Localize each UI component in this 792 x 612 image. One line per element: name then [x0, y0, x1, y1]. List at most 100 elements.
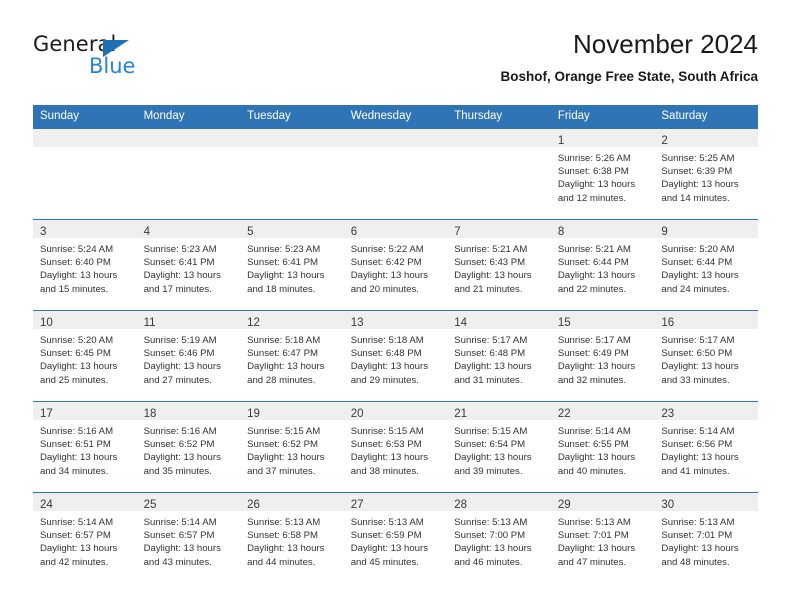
weekday-header-thursday: Thursday	[447, 105, 551, 129]
page-header: General Blue November 2024 Boshof, Orang…	[0, 0, 792, 100]
calendar-day-cell[interactable]: 27 Sunrise: 5:13 AM Sunset: 6:59 PM Dayligh…	[343, 492, 448, 583]
calendar-day-cell[interactable]: 20 Sunrise: 5:15 AM Sunset: 6:53 PM Dayligh…	[343, 401, 448, 493]
sunset-text: Sunset: 6:39 PM	[661, 166, 733, 178]
calendar-day-cell[interactable]: 2 Sunrise: 5:25 AM Sunset: 6:39 PM Daylight…	[654, 129, 758, 220]
calendar-day-cell[interactable]: 14 Sunrise: 5:17 AM Sunset: 6:48 PM Dayligh…	[447, 310, 551, 402]
calendar-day-cell[interactable]: 25 Sunrise: 5:14 AM Sunset: 6:57 PM Dayligh…	[136, 492, 241, 583]
brand-word-blue: Blue	[89, 54, 136, 78]
day-number-band: 23	[654, 402, 758, 420]
calendar-day-cell[interactable]: 13 Sunrise: 5:18 AM Sunset: 6:48 PM Dayligh…	[343, 310, 448, 402]
day-cell-content: 23 Sunrise: 5:14 AM Sunset: 6:56 PM Dayligh…	[654, 402, 758, 492]
calendar-day-cell[interactable]: 9 Sunrise: 5:20 AM Sunset: 6:44 PM Daylight…	[654, 219, 758, 311]
sunrise-text: Sunrise: 5:13 AM	[350, 517, 424, 528]
daylight-text-line1: Daylight: 13 hours	[350, 452, 429, 464]
weekday-header-wednesday: Wednesday	[343, 105, 448, 129]
daylight-text-line1: Daylight: 13 hours	[454, 543, 532, 555]
calendar-table: Sunday Monday Tuesday Wednesday Thursday…	[33, 105, 758, 583]
sunrise-text: Sunrise: 5:20 AM	[40, 335, 114, 346]
sunrise-text: Sunrise: 5:23 AM	[143, 244, 217, 255]
calendar-day-cell[interactable]: 26 Sunrise: 5:13 AM Sunset: 6:58 PM Dayligh…	[240, 492, 344, 583]
calendar-day-cell[interactable]: 3 Sunrise: 5:24 AM Sunset: 6:40 PM Daylight…	[33, 219, 137, 311]
sunset-text: Sunset: 6:59 PM	[350, 530, 422, 542]
day-number-band: 16	[654, 311, 758, 329]
daylight-text-line1: Daylight: 13 hours	[40, 543, 118, 555]
day-number: 27	[350, 499, 364, 511]
day-number-band	[240, 129, 344, 147]
daylight-text-line1: Daylight: 13 hours	[40, 361, 118, 373]
day-number-band: 17	[33, 402, 137, 420]
calendar-day-cell[interactable]: 1 Sunrise: 5:26 AM Sunset: 6:38 PM Daylight…	[550, 129, 655, 220]
calendar-day-cell[interactable]: 12 Sunrise: 5:18 AM Sunset: 6:47 PM Dayligh…	[240, 310, 344, 402]
sunset-text: Sunset: 6:53 PM	[350, 439, 422, 451]
calendar-week-row: 3 Sunrise: 5:24 AM Sunset: 6:40 PM Daylight…	[33, 219, 758, 311]
daylight-text-line1: Daylight: 13 hours	[661, 452, 739, 464]
sunset-text: Sunset: 6:57 PM	[40, 530, 111, 542]
calendar-day-cell[interactable]: 15 Sunrise: 5:17 AM Sunset: 6:49 PM Dayligh…	[550, 310, 655, 402]
sunset-text: Sunset: 6:47 PM	[247, 348, 319, 360]
daylight-text-line2: and 12 minutes.	[557, 192, 627, 204]
day-number-band: 2	[654, 129, 758, 147]
daylight-text-line1: Daylight: 13 hours	[247, 452, 325, 464]
calendar-week-row: 17 Sunrise: 5:16 AM Sunset: 6:51 PM Dayligh…	[33, 401, 758, 493]
brand-logo[interactable]: General Blue	[33, 33, 263, 83]
calendar-day-cell[interactable]: 7 Sunrise: 5:21 AM Sunset: 6:43 PM Daylight…	[447, 219, 551, 311]
weekday-header-sunday: Sunday	[33, 105, 137, 129]
daylight-text-line1: Daylight: 13 hours	[454, 361, 532, 373]
calendar-day-cell[interactable]: 21 Sunrise: 5:15 AM Sunset: 6:54 PM Dayligh…	[447, 401, 551, 493]
calendar-day-cell[interactable]: 11 Sunrise: 5:19 AM Sunset: 6:46 PM Dayligh…	[136, 310, 241, 402]
calendar-day-cell[interactable]: 6 Sunrise: 5:22 AM Sunset: 6:42 PM Daylight…	[343, 219, 448, 311]
calendar-day-cell[interactable]: 28 Sunrise: 5:13 AM Sunset: 7:00 PM Dayligh…	[447, 492, 551, 583]
day-cell-content: 29 Sunrise: 5:13 AM Sunset: 7:01 PM Dayligh…	[550, 493, 655, 583]
day-cell-content: 1 Sunrise: 5:26 AM Sunset: 6:38 PM Daylight…	[550, 129, 655, 219]
day-cell-content: 18 Sunrise: 5:16 AM Sunset: 6:52 PM Dayligh…	[136, 402, 241, 492]
calendar-day-cell[interactable]: 30 Sunrise: 5:13 AM Sunset: 7:01 PM Dayligh…	[654, 492, 758, 583]
day-details: Sunrise: 5:21 AM Sunset: 6:43 PM Daylight:…	[447, 238, 551, 296]
sunset-text: Sunset: 6:41 PM	[247, 257, 319, 269]
calendar-day-cell[interactable]: 10 Sunrise: 5:20 AM Sunset: 6:45 PM Dayligh…	[33, 310, 137, 402]
sunset-text: Sunset: 6:48 PM	[350, 348, 422, 360]
daylight-text-line1: Daylight: 13 hours	[247, 543, 325, 555]
calendar-day-cell[interactable]: 23 Sunrise: 5:14 AM Sunset: 6:56 PM Dayligh…	[654, 401, 758, 493]
day-number: 12	[247, 317, 260, 329]
day-cell-content	[240, 129, 344, 219]
daylight-text-line2: and 17 minutes.	[143, 283, 212, 295]
day-details	[33, 147, 137, 152]
calendar-day-cell[interactable]: 16 Sunrise: 5:17 AM Sunset: 6:50 PM Dayligh…	[654, 310, 758, 402]
daylight-text-line2: and 21 minutes.	[454, 283, 523, 295]
daylight-text-line1: Daylight: 13 hours	[143, 361, 221, 373]
calendar-day-cell[interactable]: 18 Sunrise: 5:16 AM Sunset: 6:52 PM Dayligh…	[136, 401, 241, 493]
day-number: 14	[454, 317, 468, 329]
calendar-day-cell[interactable]: 19 Sunrise: 5:15 AM Sunset: 6:52 PM Dayligh…	[240, 401, 344, 493]
day-details: Sunrise: 5:25 AM Sunset: 6:39 PM Daylight:…	[654, 147, 758, 205]
calendar-day-cell[interactable]: 4 Sunrise: 5:23 AM Sunset: 6:41 PM Daylight…	[136, 219, 241, 311]
sunset-text: Sunset: 6:38 PM	[557, 166, 629, 178]
calendar-day-cell[interactable]: 22 Sunrise: 5:14 AM Sunset: 6:55 PM Dayligh…	[550, 401, 655, 493]
sunset-text: Sunset: 6:49 PM	[557, 348, 629, 360]
day-cell-content: 27 Sunrise: 5:13 AM Sunset: 6:59 PM Dayligh…	[343, 493, 448, 583]
day-details: Sunrise: 5:13 AM Sunset: 6:58 PM Daylight:…	[240, 511, 344, 569]
day-number-band: 20	[343, 402, 448, 420]
sunrise-text: Sunrise: 5:21 AM	[454, 244, 528, 255]
daylight-text-line2: and 31 minutes.	[454, 374, 523, 386]
day-details: Sunrise: 5:16 AM Sunset: 6:51 PM Daylight:…	[33, 420, 137, 478]
daylight-text-line1: Daylight: 13 hours	[557, 543, 636, 555]
day-cell-content: 8 Sunrise: 5:21 AM Sunset: 6:44 PM Daylight…	[550, 220, 655, 310]
page-title: November 2024	[573, 29, 758, 59]
day-number: 21	[454, 408, 468, 420]
day-cell-content: 6 Sunrise: 5:22 AM Sunset: 6:42 PM Daylight…	[343, 220, 448, 310]
day-details: Sunrise: 5:13 AM Sunset: 7:01 PM Daylight:…	[654, 511, 758, 569]
calendar-day-cell[interactable]: 5 Sunrise: 5:23 AM Sunset: 6:41 PM Daylight…	[240, 219, 344, 311]
day-details: Sunrise: 5:21 AM Sunset: 6:44 PM Daylight:…	[551, 238, 655, 296]
day-details: Sunrise: 5:24 AM Sunset: 6:40 PM Daylight:…	[33, 238, 137, 296]
calendar-day-cell[interactable]: 8 Sunrise: 5:21 AM Sunset: 6:44 PM Daylight…	[550, 219, 655, 311]
daylight-text-line2: and 22 minutes.	[557, 283, 627, 295]
calendar-day-cell	[343, 129, 448, 220]
day-number: 19	[247, 408, 260, 420]
day-number-band: 29	[550, 493, 655, 511]
calendar-day-cell[interactable]: 24 Sunrise: 5:14 AM Sunset: 6:57 PM Dayligh…	[33, 492, 137, 583]
day-details: Sunrise: 5:23 AM Sunset: 6:41 PM Daylight:…	[137, 238, 241, 296]
daylight-text-line2: and 35 minutes.	[143, 465, 212, 477]
calendar-day-cell[interactable]: 29 Sunrise: 5:13 AM Sunset: 7:01 PM Dayligh…	[550, 492, 655, 583]
calendar-day-cell[interactable]: 17 Sunrise: 5:16 AM Sunset: 6:51 PM Dayligh…	[33, 401, 137, 493]
calendar-week-row: 10 Sunrise: 5:20 AM Sunset: 6:45 PM Dayligh…	[33, 310, 758, 402]
